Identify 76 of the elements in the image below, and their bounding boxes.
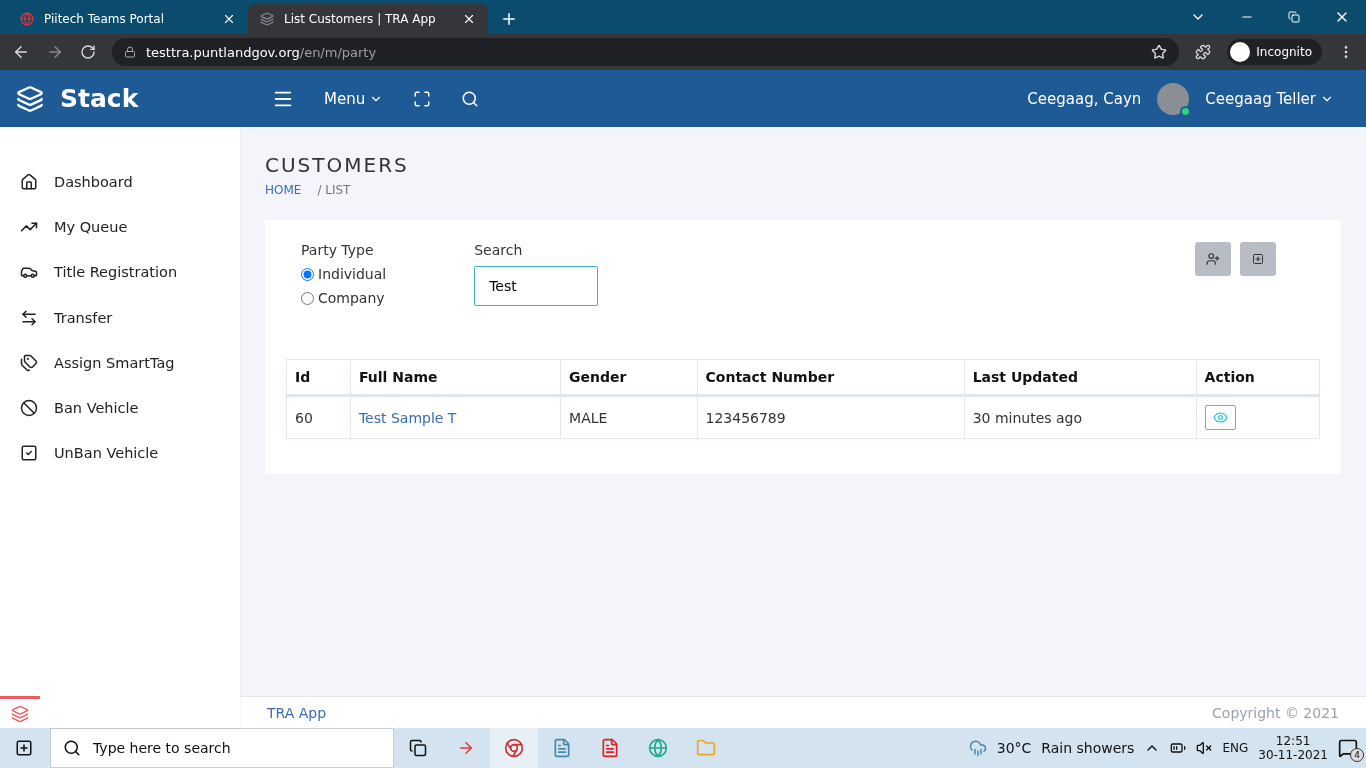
star-icon[interactable]	[1151, 44, 1168, 60]
eye-icon	[1212, 410, 1228, 425]
fullscreen-icon[interactable]	[413, 89, 432, 108]
home-icon	[20, 172, 38, 191]
address-bar[interactable]: testtra.puntlandgov.org/en/m/party	[112, 38, 1180, 66]
option-label[interactable]: Individual	[318, 266, 387, 282]
user-menu-button[interactable]: Ceegaag Teller	[1205, 89, 1334, 108]
table-cell: MALE	[560, 395, 697, 439]
table-cell: 60	[286, 395, 351, 439]
sidebar-item[interactable]: Assign SmartTag	[0, 340, 240, 386]
restore-icon[interactable]	[1288, 11, 1300, 23]
user-short-name: Ceegaag, Cayn	[1027, 89, 1142, 108]
clock[interactable]: 12:51 30-11-2021	[1258, 734, 1328, 762]
back-icon[interactable]	[12, 43, 30, 61]
breadcrumb-text: / LIST	[317, 183, 351, 197]
radio-button[interactable]	[301, 267, 314, 281]
site-icon	[20, 12, 34, 26]
taskbar-search[interactable]: Type here to search	[50, 728, 394, 768]
breadcrumb-link[interactable]: HOME	[265, 183, 302, 197]
search-icon[interactable]	[461, 89, 480, 108]
sidebar-item[interactable]: Transfer	[0, 294, 240, 341]
menu-button[interactable]: Menu	[324, 89, 384, 108]
column-header: Full Name	[350, 359, 561, 396]
mute-icon[interactable]	[1196, 740, 1213, 756]
arrows-icon	[20, 308, 38, 327]
option-label[interactable]: Company	[318, 290, 385, 306]
close-icon[interactable]	[222, 12, 236, 26]
forward-icon[interactable]	[46, 43, 64, 61]
language-text[interactable]: ENG	[1222, 741, 1249, 755]
brand-name: Stack	[60, 84, 139, 113]
user-plus-icon	[1206, 252, 1220, 266]
field-label: Party Type	[301, 242, 375, 258]
ban-icon	[20, 399, 38, 418]
profile-button[interactable]: Incognito	[1227, 39, 1322, 65]
layers-icon	[260, 12, 274, 26]
tags-icon	[20, 353, 38, 372]
notification-icon[interactable]	[1338, 738, 1358, 758]
temperature: 30°C	[996, 740, 1032, 756]
browser-tab[interactable]: Piitech Teams Portal	[8, 4, 248, 34]
table-cell: 123456789	[697, 395, 965, 439]
column-header: Contact Number	[697, 359, 965, 396]
column-header: Id	[286, 359, 351, 396]
radio-button[interactable]	[301, 291, 314, 305]
add-user-button[interactable]	[1195, 242, 1231, 276]
extensions-icon[interactable]	[1195, 44, 1212, 60]
column-header: Action	[1196, 359, 1320, 396]
name-link[interactable]: Test Sample T	[358, 409, 457, 426]
logo-icon	[16, 84, 44, 113]
sidebar-item[interactable]: Ban Vehicle	[0, 385, 240, 431]
page-title: CUSTOMERS	[265, 153, 410, 177]
column-header: Gender	[560, 359, 697, 396]
chrome-icon[interactable]	[490, 728, 538, 768]
field-label: Search	[474, 242, 524, 258]
footer-app-name: TRA App	[267, 704, 327, 721]
search-field[interactable]: Test	[474, 266, 599, 306]
weather-icon	[968, 739, 987, 757]
sidebar-item[interactable]: Dashboard	[0, 159, 240, 205]
lock-icon	[124, 46, 136, 58]
column-header: Last Updated	[964, 359, 1197, 396]
sidebar-item[interactable]: Title Registration	[0, 249, 240, 295]
copyright-text: Copyright © 2021	[1212, 704, 1339, 721]
browser-tab[interactable]: List Customers | TRA App	[248, 4, 488, 34]
new-tab-icon[interactable]	[500, 10, 518, 28]
count-badge: 4	[1350, 748, 1364, 762]
battery-icon	[1170, 740, 1187, 756]
plus-square-icon	[1252, 253, 1264, 265]
table-cell: 30 minutes ago	[964, 395, 1197, 439]
search-icon	[63, 739, 81, 757]
reload-icon[interactable]	[80, 44, 96, 60]
weather-text: Rain showers	[1041, 740, 1135, 756]
checkbox-icon	[20, 444, 38, 463]
url-text: testtra.puntlandgov.org/en/m/party	[146, 44, 377, 60]
close-icon[interactable]	[462, 12, 476, 26]
sidebar-item[interactable]: My Queue	[0, 204, 240, 250]
sidebar-item[interactable]: UnBan Vehicle	[0, 430, 240, 477]
add-button[interactable]	[1240, 242, 1276, 276]
